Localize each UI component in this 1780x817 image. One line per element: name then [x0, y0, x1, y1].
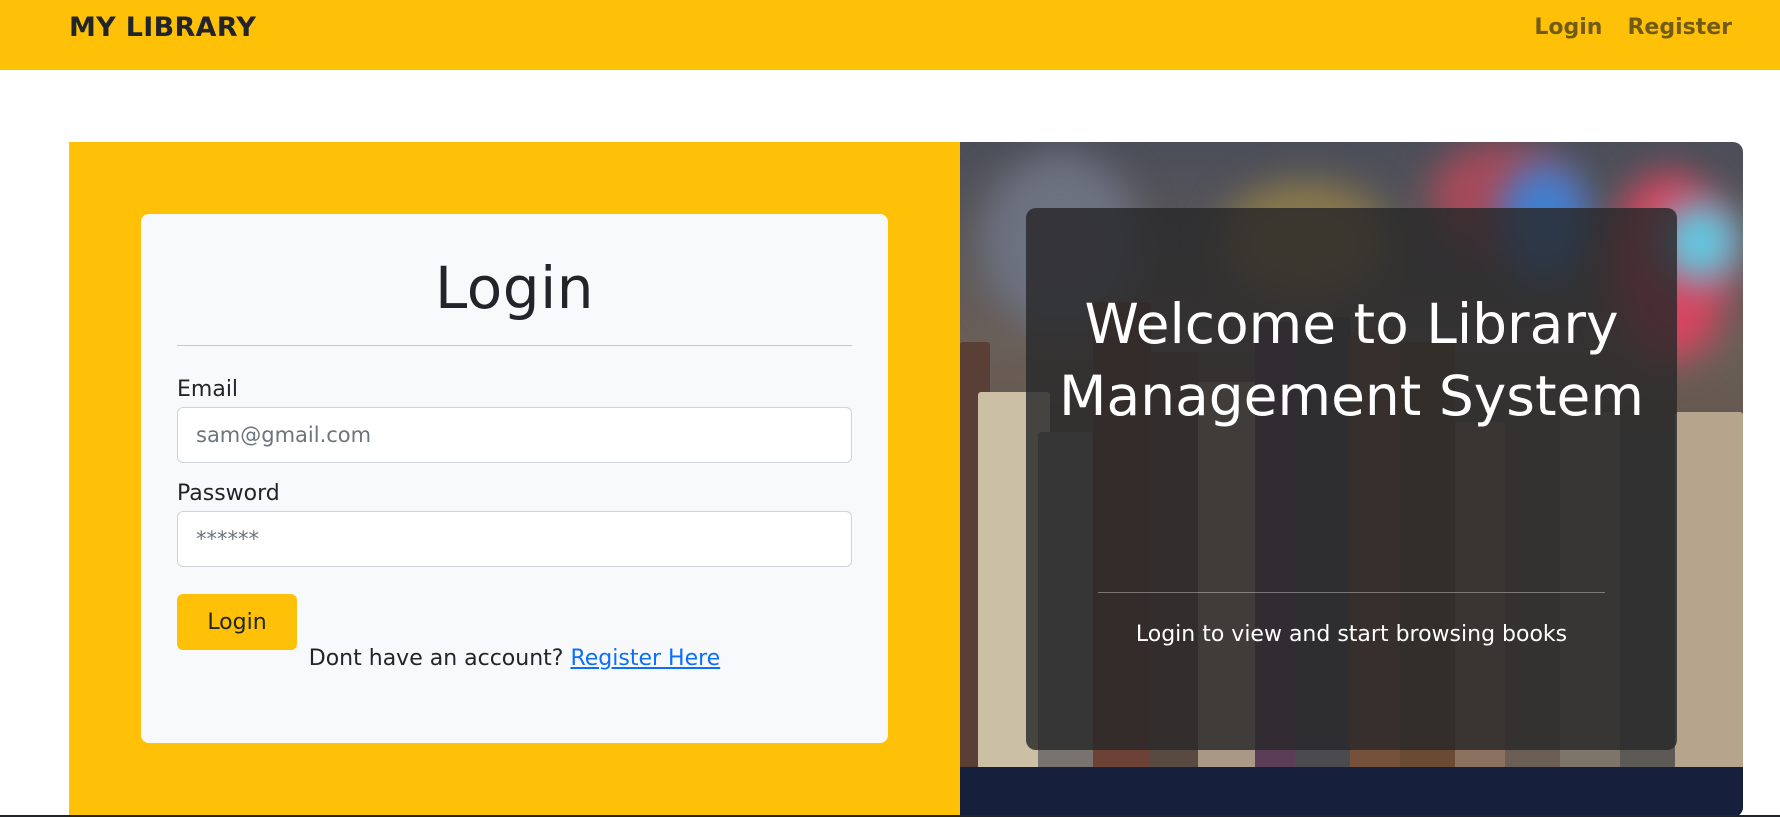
welcome-overlay: Welcome to Library Management System Log…: [1026, 208, 1677, 750]
welcome-heading: Welcome to Library Management System: [1059, 292, 1644, 428]
hero-panel: Welcome to Library Management System Log…: [960, 142, 1743, 817]
title-divider: [177, 345, 852, 346]
welcome-subtitle: Login to view and start browsing books: [1135, 622, 1568, 647]
welcome-divider: [1098, 592, 1605, 593]
login-title: Login: [435, 254, 594, 322]
nav-login-link[interactable]: Login: [1534, 15, 1602, 40]
register-prompt-text: Dont have an account?: [308, 646, 564, 671]
password-field[interactable]: [177, 511, 852, 567]
nav-links: Login Register: [1534, 15, 1732, 40]
login-panel: Login Email Password Login Dont have an …: [69, 142, 961, 817]
email-label: Email: [177, 377, 239, 402]
nav-register-link[interactable]: Register: [1627, 15, 1732, 40]
register-here-link[interactable]: Register Here: [570, 646, 720, 671]
brand-logo-text[interactable]: MY LIBRARY: [69, 12, 256, 43]
email-field[interactable]: [177, 407, 852, 463]
register-prompt-line: Dont have an account? Register Here: [141, 646, 888, 671]
top-navbar: MY LIBRARY Login Register: [0, 0, 1780, 70]
password-label: Password: [177, 481, 280, 506]
login-submit-button[interactable]: Login: [177, 594, 297, 650]
login-card: Login Email Password Login Dont have an …: [141, 214, 888, 743]
